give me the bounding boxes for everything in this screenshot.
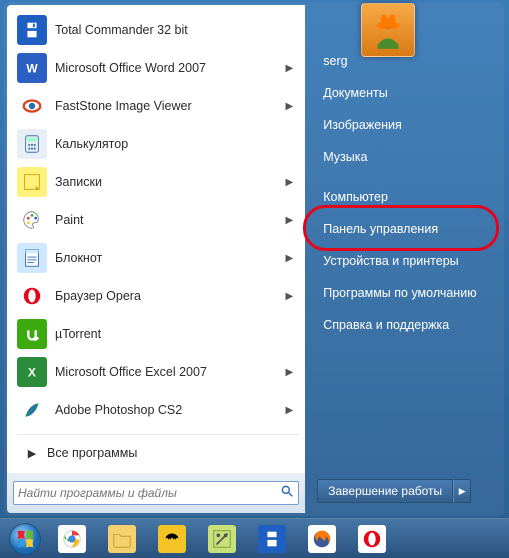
app-label: Paint — [55, 213, 286, 227]
save-icon — [258, 525, 286, 553]
save-disk-icon — [17, 15, 47, 45]
svg-text:W: W — [26, 62, 38, 76]
right-item[interactable]: Программы по умолчанию — [317, 277, 491, 309]
app-item-notepad[interactable]: Блокнот ▶ — [13, 239, 303, 277]
search-input[interactable] — [18, 486, 280, 500]
submenu-arrow-icon: ▶ — [286, 177, 300, 188]
app-label: Microsoft Office Excel 2007 — [55, 365, 286, 379]
app-label: Microsoft Office Word 2007 — [55, 61, 286, 75]
app-label: Записки — [55, 175, 286, 189]
shutdown-button[interactable]: Завершение работы — [317, 479, 453, 503]
taskbar-save[interactable] — [248, 522, 296, 556]
taskbar-firefox[interactable] — [298, 522, 346, 556]
app-item-opera[interactable]: Браузер Opera ▶ — [13, 277, 303, 315]
palette-icon — [17, 205, 47, 235]
app-item-palette[interactable]: Paint ▶ — [13, 201, 303, 239]
app-item-eye[interactable]: FastStone Image Viewer ▶ — [13, 87, 303, 125]
app-label: Total Commander 32 bit — [55, 23, 299, 37]
eye-icon — [17, 91, 47, 121]
submenu-arrow-icon: ▶ — [286, 63, 300, 74]
app-label: Блокнот — [55, 251, 286, 265]
right-item[interactable]: Музыка — [317, 141, 491, 173]
taskbar-notepadpp[interactable] — [198, 522, 246, 556]
word-icon: W — [17, 53, 47, 83]
search-box[interactable] — [13, 481, 299, 505]
app-item-calc[interactable]: Калькулятор — [13, 125, 303, 163]
taskbar-chrome[interactable] — [48, 522, 96, 556]
separator — [17, 434, 299, 435]
explorer-icon — [108, 525, 136, 553]
right-item[interactable]: Документы — [317, 77, 491, 109]
shutdown-row: Завершение работы ▶ — [317, 479, 491, 503]
excel-icon: X — [17, 357, 47, 387]
right-item[interactable]: Устройства и принтеры — [317, 245, 491, 277]
all-programs-button[interactable]: ▶ Все программы — [13, 437, 303, 469]
feather-icon — [17, 395, 47, 425]
notepadpp-icon — [208, 525, 236, 553]
app-item-save-disk[interactable]: Total Commander 32 bit — [13, 11, 303, 49]
note-icon — [17, 167, 47, 197]
app-item-feather[interactable]: Adobe Photoshop CS2 ▶ — [13, 391, 303, 429]
utorrent-icon — [17, 319, 47, 349]
pinned-programs-list: Total Commander 32 bit W Microsoft Offic… — [13, 11, 303, 432]
taskbar-opera[interactable] — [348, 522, 396, 556]
submenu-arrow-icon: ▶ — [286, 215, 300, 226]
separator — [317, 173, 491, 181]
calc-icon — [17, 129, 47, 159]
app-label: Калькулятор — [55, 137, 299, 151]
app-label: Adobe Photoshop CS2 — [55, 403, 286, 417]
right-items-bottom: КомпьютерПанель управленияУстройства и п… — [317, 181, 491, 341]
right-items-top: ДокументыИзображенияМузыка — [317, 77, 491, 173]
app-label: FastStone Image Viewer — [55, 99, 286, 113]
start-menu-left-panel: Total Commander 32 bit W Microsoft Offic… — [7, 5, 305, 513]
submenu-arrow-icon: ▶ — [286, 405, 300, 416]
search-row — [7, 473, 305, 513]
firefox-icon — [308, 525, 336, 553]
notepad-icon — [17, 243, 47, 273]
search-icon — [280, 484, 294, 503]
start-button[interactable] — [4, 520, 46, 558]
all-programs-label: Все программы — [47, 446, 137, 460]
app-item-note[interactable]: Записки ▶ — [13, 163, 303, 201]
user-avatar[interactable] — [361, 3, 415, 57]
batman-icon — [158, 525, 186, 553]
app-item-utorrent[interactable]: µTorrent — [13, 315, 303, 353]
app-item-word[interactable]: W Microsoft Office Word 2007 ▶ — [13, 49, 303, 87]
opera-icon — [358, 525, 386, 553]
taskbar-batman[interactable] — [148, 522, 196, 556]
submenu-arrow-icon: ▶ — [286, 253, 300, 264]
right-item[interactable]: Панель управления — [317, 213, 491, 245]
triangle-right-icon: ▶ — [17, 447, 47, 460]
taskbar-explorer[interactable] — [98, 522, 146, 556]
start-menu: Total Commander 32 bit W Microsoft Offic… — [4, 2, 504, 516]
submenu-arrow-icon: ▶ — [286, 367, 300, 378]
opera-icon — [17, 281, 47, 311]
chrome-icon — [58, 525, 86, 553]
right-item[interactable]: Изображения — [317, 109, 491, 141]
app-item-excel[interactable]: X Microsoft Office Excel 2007 ▶ — [13, 353, 303, 391]
right-item[interactable]: Справка и поддержка — [317, 309, 491, 341]
taskbar-buttons — [48, 522, 396, 556]
start-menu-right-panel: serg ДокументыИзображенияМузыка Компьюте… — [305, 5, 501, 513]
app-label: µTorrent — [55, 327, 299, 341]
right-item[interactable]: Компьютер — [317, 181, 491, 213]
svg-text:X: X — [28, 366, 36, 380]
app-label: Браузер Opera — [55, 289, 286, 303]
submenu-arrow-icon: ▶ — [286, 101, 300, 112]
submenu-arrow-icon: ▶ — [286, 291, 300, 302]
shutdown-options-button[interactable]: ▶ — [453, 479, 471, 503]
taskbar — [0, 518, 509, 558]
